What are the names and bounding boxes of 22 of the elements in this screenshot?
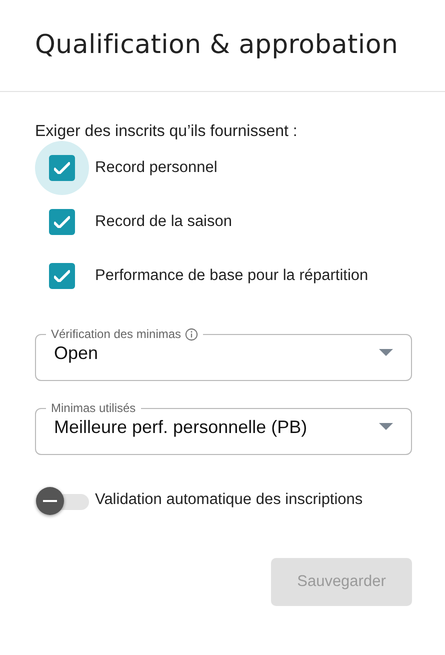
select-field[interactable]: Vérification des minimas Open (35, 327, 412, 381)
toggle-switch[interactable] (35, 485, 91, 515)
check-icon (54, 162, 70, 174)
checkbox-label: Record personnel (95, 159, 218, 177)
checkbox[interactable] (49, 263, 75, 289)
check-icon (54, 270, 70, 282)
caret-icon (379, 348, 393, 356)
checkbox-label: Record de la saison (95, 213, 232, 231)
select-value: Open (54, 342, 100, 364)
select-value: Meilleure perf. personnelle (PB) (54, 416, 308, 438)
select-field[interactable]: Minimas utilisés Meilleure perf. personnelle (PB) (35, 401, 412, 455)
info-icon (185, 328, 198, 340)
dialog-title: Qualification & approbation (35, 30, 400, 60)
checkbox[interactable] (49, 155, 75, 181)
field-label: Vérification des minimas (51, 327, 182, 341)
checkbox-label: Performance de base pour la répartition (95, 267, 368, 285)
check-icon (54, 216, 70, 228)
prompt-text: Exiger des inscrits qu’ils fournissent : (35, 123, 298, 141)
caret-icon (379, 422, 393, 430)
field-label: Minimas utilisés (51, 401, 136, 415)
checkbox[interactable] (49, 209, 75, 235)
toggle-label: Validation automatique des inscriptions (95, 491, 363, 509)
